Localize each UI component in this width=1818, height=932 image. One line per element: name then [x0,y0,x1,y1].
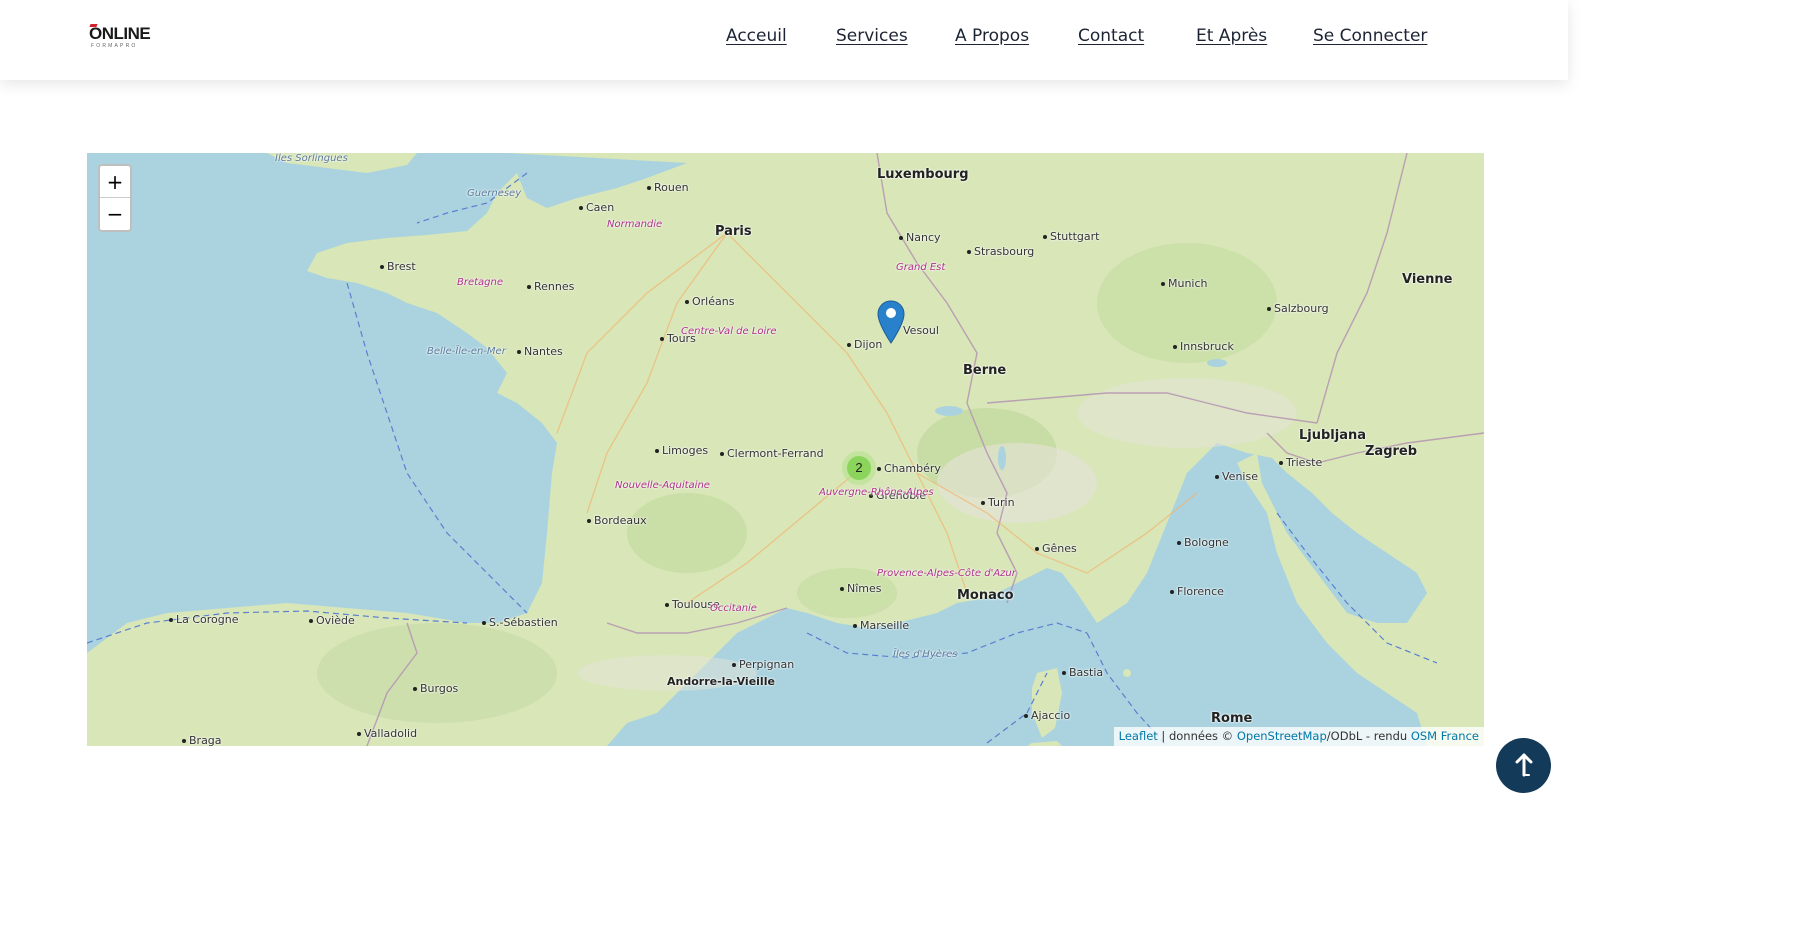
map-label-stuttgart: Stuttgart [1043,230,1099,243]
map-label-orleans: Orléans [685,295,734,308]
site-header: ONLINE FORMAPRO Acceuil Services A Propo… [0,0,1568,80]
nav-link-acceuil[interactable]: Acceuil [726,26,787,46]
map-label-caen: Caen [579,201,614,214]
map-label-zagreb: Zagreb [1365,444,1418,459]
cluster-count: 2 [847,456,871,480]
attribution-license-text: /ODbL - rendu [1326,729,1411,743]
nav-link-a-propos[interactable]: A Propos [955,26,1029,46]
map-label-vienne: Vienne [1402,272,1453,287]
nav-link-et-apres[interactable]: Et Après [1196,26,1267,46]
attribution-data-text: | données © [1157,729,1237,743]
map-label-valladolid: Valladolid [357,727,417,740]
map-label-paris: Paris [715,224,752,239]
map-label-centre: Centre-Val de Loire [681,326,777,337]
map-label-salzbourg: Salzbourg [1267,302,1329,315]
map-label-occitanie: Occitanie [710,603,757,614]
map-label-rennes: Rennes [527,280,574,293]
map-label-brest: Brest [380,260,416,273]
map-label-innsbruck: Innsbruck [1173,340,1234,353]
map-label-normandie: Normandie [607,219,663,230]
map-label-andorre: Andorre-la-Vieille [667,675,775,688]
map-label-rome: Rome [1211,711,1253,726]
map-label-bretagne: Bretagne [457,277,504,288]
map-label-nouvelle-aquitaine: Nouvelle-Aquitaine [615,480,710,491]
marker-cluster[interactable]: 2 [842,451,876,485]
map-label-iles-sorlingues: Îles Sorlingues [275,153,348,164]
leaflet-link[interactable]: Leaflet [1119,729,1158,743]
map-label-saint-sebastien: S.-Sébastien [482,616,558,629]
map-label-iles-hyeres: Îles d'Hyères [893,649,958,660]
map-label-bordeaux: Bordeaux [587,514,647,527]
logo-text: ONLINE [89,24,151,43]
map-label-bologne: Bologne [1177,536,1229,549]
map-label-oviede: Oviède [309,614,355,627]
map-label-provence: Provence-Alpes-Côte d'Azur [877,568,1016,579]
map-label-grand-est: Grand Est [896,262,946,273]
map-label-venise: Venise [1215,470,1258,483]
map-label-nimes: Nîmes [840,582,882,595]
map-label-nantes: Nantes [517,345,563,358]
map-label-berne: Berne [963,363,1007,378]
arrow-up-icon [1515,753,1533,777]
zoom-in-button[interactable]: + [100,166,130,198]
zoom-out-button[interactable]: − [100,198,130,230]
nav-link-contact[interactable]: Contact [1078,26,1144,46]
map-label-rouen: Rouen [647,181,689,194]
map-label-ajaccio: Ajaccio [1024,709,1070,722]
map-label-vesoul: Vesoul [903,324,939,337]
map-attribution: Leaflet | données © OpenStreetMap/ODbL -… [1113,727,1484,746]
map-pin-icon[interactable] [877,300,905,344]
map-label-clermont: Clermont-Ferrand [720,447,824,460]
map-label-florence: Florence [1170,585,1224,598]
osm-france-link[interactable]: OSM France [1411,729,1479,743]
zoom-control: + − [98,164,132,232]
map-label-guernesey: Guernesey [467,188,522,199]
logo-subtext: FORMAPRO [91,43,138,49]
nav-link-se-connecter[interactable]: Se Connecter [1313,26,1427,46]
map-label-munich: Munich [1161,277,1208,290]
nav-link-services[interactable]: Services [836,26,908,46]
map-label-bastia: Bastia [1062,666,1103,679]
map-label-la-corogne: La Corogne [169,613,239,626]
map-label-monaco: Monaco [957,588,1014,603]
scroll-to-top-button[interactable] [1496,738,1551,793]
map-label-braga: Braga [182,734,222,746]
map-label-auvergne: Auvergne-Rhône-Alpes [819,487,934,498]
openstreetmap-link[interactable]: OpenStreetMap [1237,729,1327,743]
map-label-genes: Gênes [1035,542,1077,555]
map-label-trieste: Trieste [1279,456,1322,469]
map-label-perpignan: Perpignan [732,658,794,671]
map-container[interactable]: Luxembourg Paris Berne Monaco Ljubljana … [87,153,1484,746]
site-logo[interactable]: ONLINE FORMAPRO [89,24,159,52]
map-label-limoges: Limoges [655,444,708,457]
map-label-ljubljana: Ljubljana [1299,428,1367,443]
map-label-chambery: Chambéry [877,462,941,475]
map-label-strasbourg: Strasbourg [967,245,1034,258]
map-label-belle-ile: Belle-Île-en-Mer [427,346,506,357]
map-label-turin: Turin [981,496,1015,509]
map-label-luxembourg: Luxembourg [877,167,969,182]
map-label-burgos: Burgos [413,682,458,695]
map-label-nancy: Nancy [899,231,941,244]
map-label-marseille: Marseille [853,619,909,632]
